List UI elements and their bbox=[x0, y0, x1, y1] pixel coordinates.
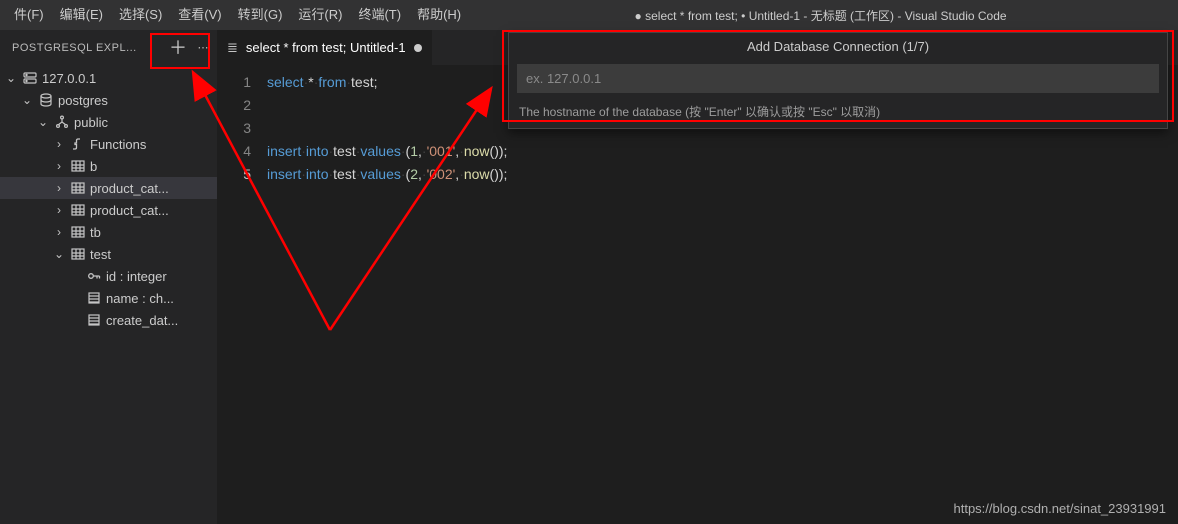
tree-label: tb bbox=[90, 225, 101, 240]
menu-label: 件(F) bbox=[14, 7, 44, 22]
tree-label: product_cat... bbox=[90, 203, 169, 218]
functions-icon bbox=[70, 136, 86, 152]
chevron-right-icon: › bbox=[52, 225, 66, 239]
menu-edit[interactable]: 编辑(E) bbox=[52, 0, 111, 30]
column-icon bbox=[86, 312, 102, 328]
line-number: 1 bbox=[217, 71, 251, 94]
hostname-input[interactable] bbox=[517, 64, 1159, 93]
table-icon bbox=[70, 202, 86, 218]
key-icon bbox=[86, 268, 102, 284]
chevron-down-icon: ⌄ bbox=[20, 93, 34, 107]
tree-functions[interactable]: › Functions bbox=[0, 133, 217, 155]
quick-input-hint: The hostname of the database (按 "Enter" … bbox=[509, 99, 1167, 128]
line-number: 5 bbox=[217, 163, 251, 186]
menu-run[interactable]: 运行(R) bbox=[290, 0, 350, 30]
window-title: ● select * from test; • Untitled-1 - 无标题… bbox=[469, 7, 1172, 24]
chevron-right-icon: › bbox=[52, 137, 66, 151]
tree-label: id : integer bbox=[106, 269, 167, 284]
menu-label: 帮助(H) bbox=[417, 7, 461, 22]
sidebar-title: POSTGRESQL EXPL... bbox=[12, 42, 137, 54]
tree-label: b bbox=[90, 159, 97, 174]
tree-server[interactable]: ⌄ 127.0.0.1 bbox=[0, 67, 217, 89]
tree-table[interactable]: › product_cat... bbox=[0, 177, 217, 199]
table-icon bbox=[70, 158, 86, 174]
tree-label: public bbox=[74, 115, 108, 130]
server-icon bbox=[22, 70, 38, 86]
tree-label: name : ch... bbox=[106, 291, 174, 306]
tree-table[interactable]: › product_cat... bbox=[0, 199, 217, 221]
tree-label: create_dat... bbox=[106, 313, 178, 328]
tree-column[interactable]: id : integer bbox=[0, 265, 217, 287]
menu-label: 终端(T) bbox=[358, 7, 401, 22]
more-icon[interactable]: ⋯ bbox=[198, 41, 210, 54]
chevron-down-icon: ⌄ bbox=[4, 71, 18, 85]
tree-database[interactable]: ⌄ postgres bbox=[0, 89, 217, 111]
tree-table[interactable]: › tb bbox=[0, 221, 217, 243]
window-title-text: ● select * from test; • Untitled-1 - 无标题… bbox=[635, 7, 1007, 24]
chevron-right-icon: › bbox=[52, 181, 66, 195]
editor-tab[interactable]: ≣ select * from test; Untitled-1 bbox=[217, 30, 432, 65]
quick-input-dialog: Add Database Connection (1/7) The hostna… bbox=[508, 32, 1168, 129]
tree-label: product_cat... bbox=[90, 181, 169, 196]
quick-input-title: Add Database Connection (1/7) bbox=[509, 33, 1167, 60]
sidebar: POSTGRESQL EXPL... ＋ ⋯ ⌄ 127.0.0.1 ⌄ pos… bbox=[0, 30, 217, 524]
table-icon bbox=[70, 180, 86, 196]
add-connection-button[interactable]: ＋ bbox=[169, 39, 188, 57]
line-number: 3 bbox=[217, 117, 251, 140]
menu-terminal[interactable]: 终端(T) bbox=[350, 0, 409, 30]
watermark-text: https://blog.csdn.net/sinat_23931991 bbox=[954, 501, 1167, 516]
menu-help[interactable]: 帮助(H) bbox=[409, 0, 469, 30]
tree-label: postgres bbox=[58, 93, 108, 108]
column-icon bbox=[86, 290, 102, 306]
tab-label: select * from test; Untitled-1 bbox=[246, 40, 406, 55]
chevron-down-icon: ⌄ bbox=[36, 115, 50, 129]
table-icon bbox=[70, 224, 86, 240]
tree-label: 127.0.0.1 bbox=[42, 71, 96, 86]
tree-schema[interactable]: ⌄ public bbox=[0, 111, 217, 133]
menu-bar: 件(F) 编辑(E) 选择(S) 查看(V) 转到(G) 运行(R) 终端(T)… bbox=[0, 0, 1178, 30]
line-number: 4 bbox=[217, 140, 251, 163]
menu-goto[interactable]: 转到(G) bbox=[230, 0, 291, 30]
dirty-indicator-icon bbox=[414, 44, 422, 52]
menu-label: 转到(G) bbox=[238, 7, 283, 22]
database-icon bbox=[38, 92, 54, 108]
menu-label: 查看(V) bbox=[178, 7, 221, 22]
chevron-down-icon: ⌄ bbox=[52, 247, 66, 261]
chevron-right-icon: › bbox=[52, 159, 66, 173]
menu-label: 编辑(E) bbox=[60, 7, 103, 22]
schema-icon bbox=[54, 114, 70, 130]
menu-view[interactable]: 查看(V) bbox=[170, 0, 229, 30]
tree-table-test[interactable]: ⌄ test bbox=[0, 243, 217, 265]
tree-column[interactable]: name : ch... bbox=[0, 287, 217, 309]
code-editor[interactable]: 1 2 3 4 5 select·*·from·test; insert·int… bbox=[217, 65, 1178, 524]
db-tree: ⌄ 127.0.0.1 ⌄ postgres ⌄ public bbox=[0, 65, 217, 524]
line-gutter: 1 2 3 4 5 bbox=[217, 65, 267, 524]
tree-label: Functions bbox=[90, 137, 146, 152]
menu-label: 运行(R) bbox=[298, 7, 342, 22]
sidebar-header: POSTGRESQL EXPL... ＋ ⋯ bbox=[0, 30, 217, 65]
tree-table[interactable]: › b bbox=[0, 155, 217, 177]
chevron-right-icon: › bbox=[52, 203, 66, 217]
menu-label: 选择(S) bbox=[119, 7, 162, 22]
tree-label: test bbox=[90, 247, 111, 262]
menu-select[interactable]: 选择(S) bbox=[111, 0, 170, 30]
code-text[interactable]: select·*·from·test; insert·into·test·val… bbox=[267, 65, 1178, 524]
tree-column[interactable]: create_dat... bbox=[0, 309, 217, 331]
menu-file[interactable]: 件(F) bbox=[6, 0, 52, 30]
line-number: 2 bbox=[217, 94, 251, 117]
table-icon bbox=[70, 246, 86, 262]
file-icon: ≣ bbox=[227, 40, 238, 56]
